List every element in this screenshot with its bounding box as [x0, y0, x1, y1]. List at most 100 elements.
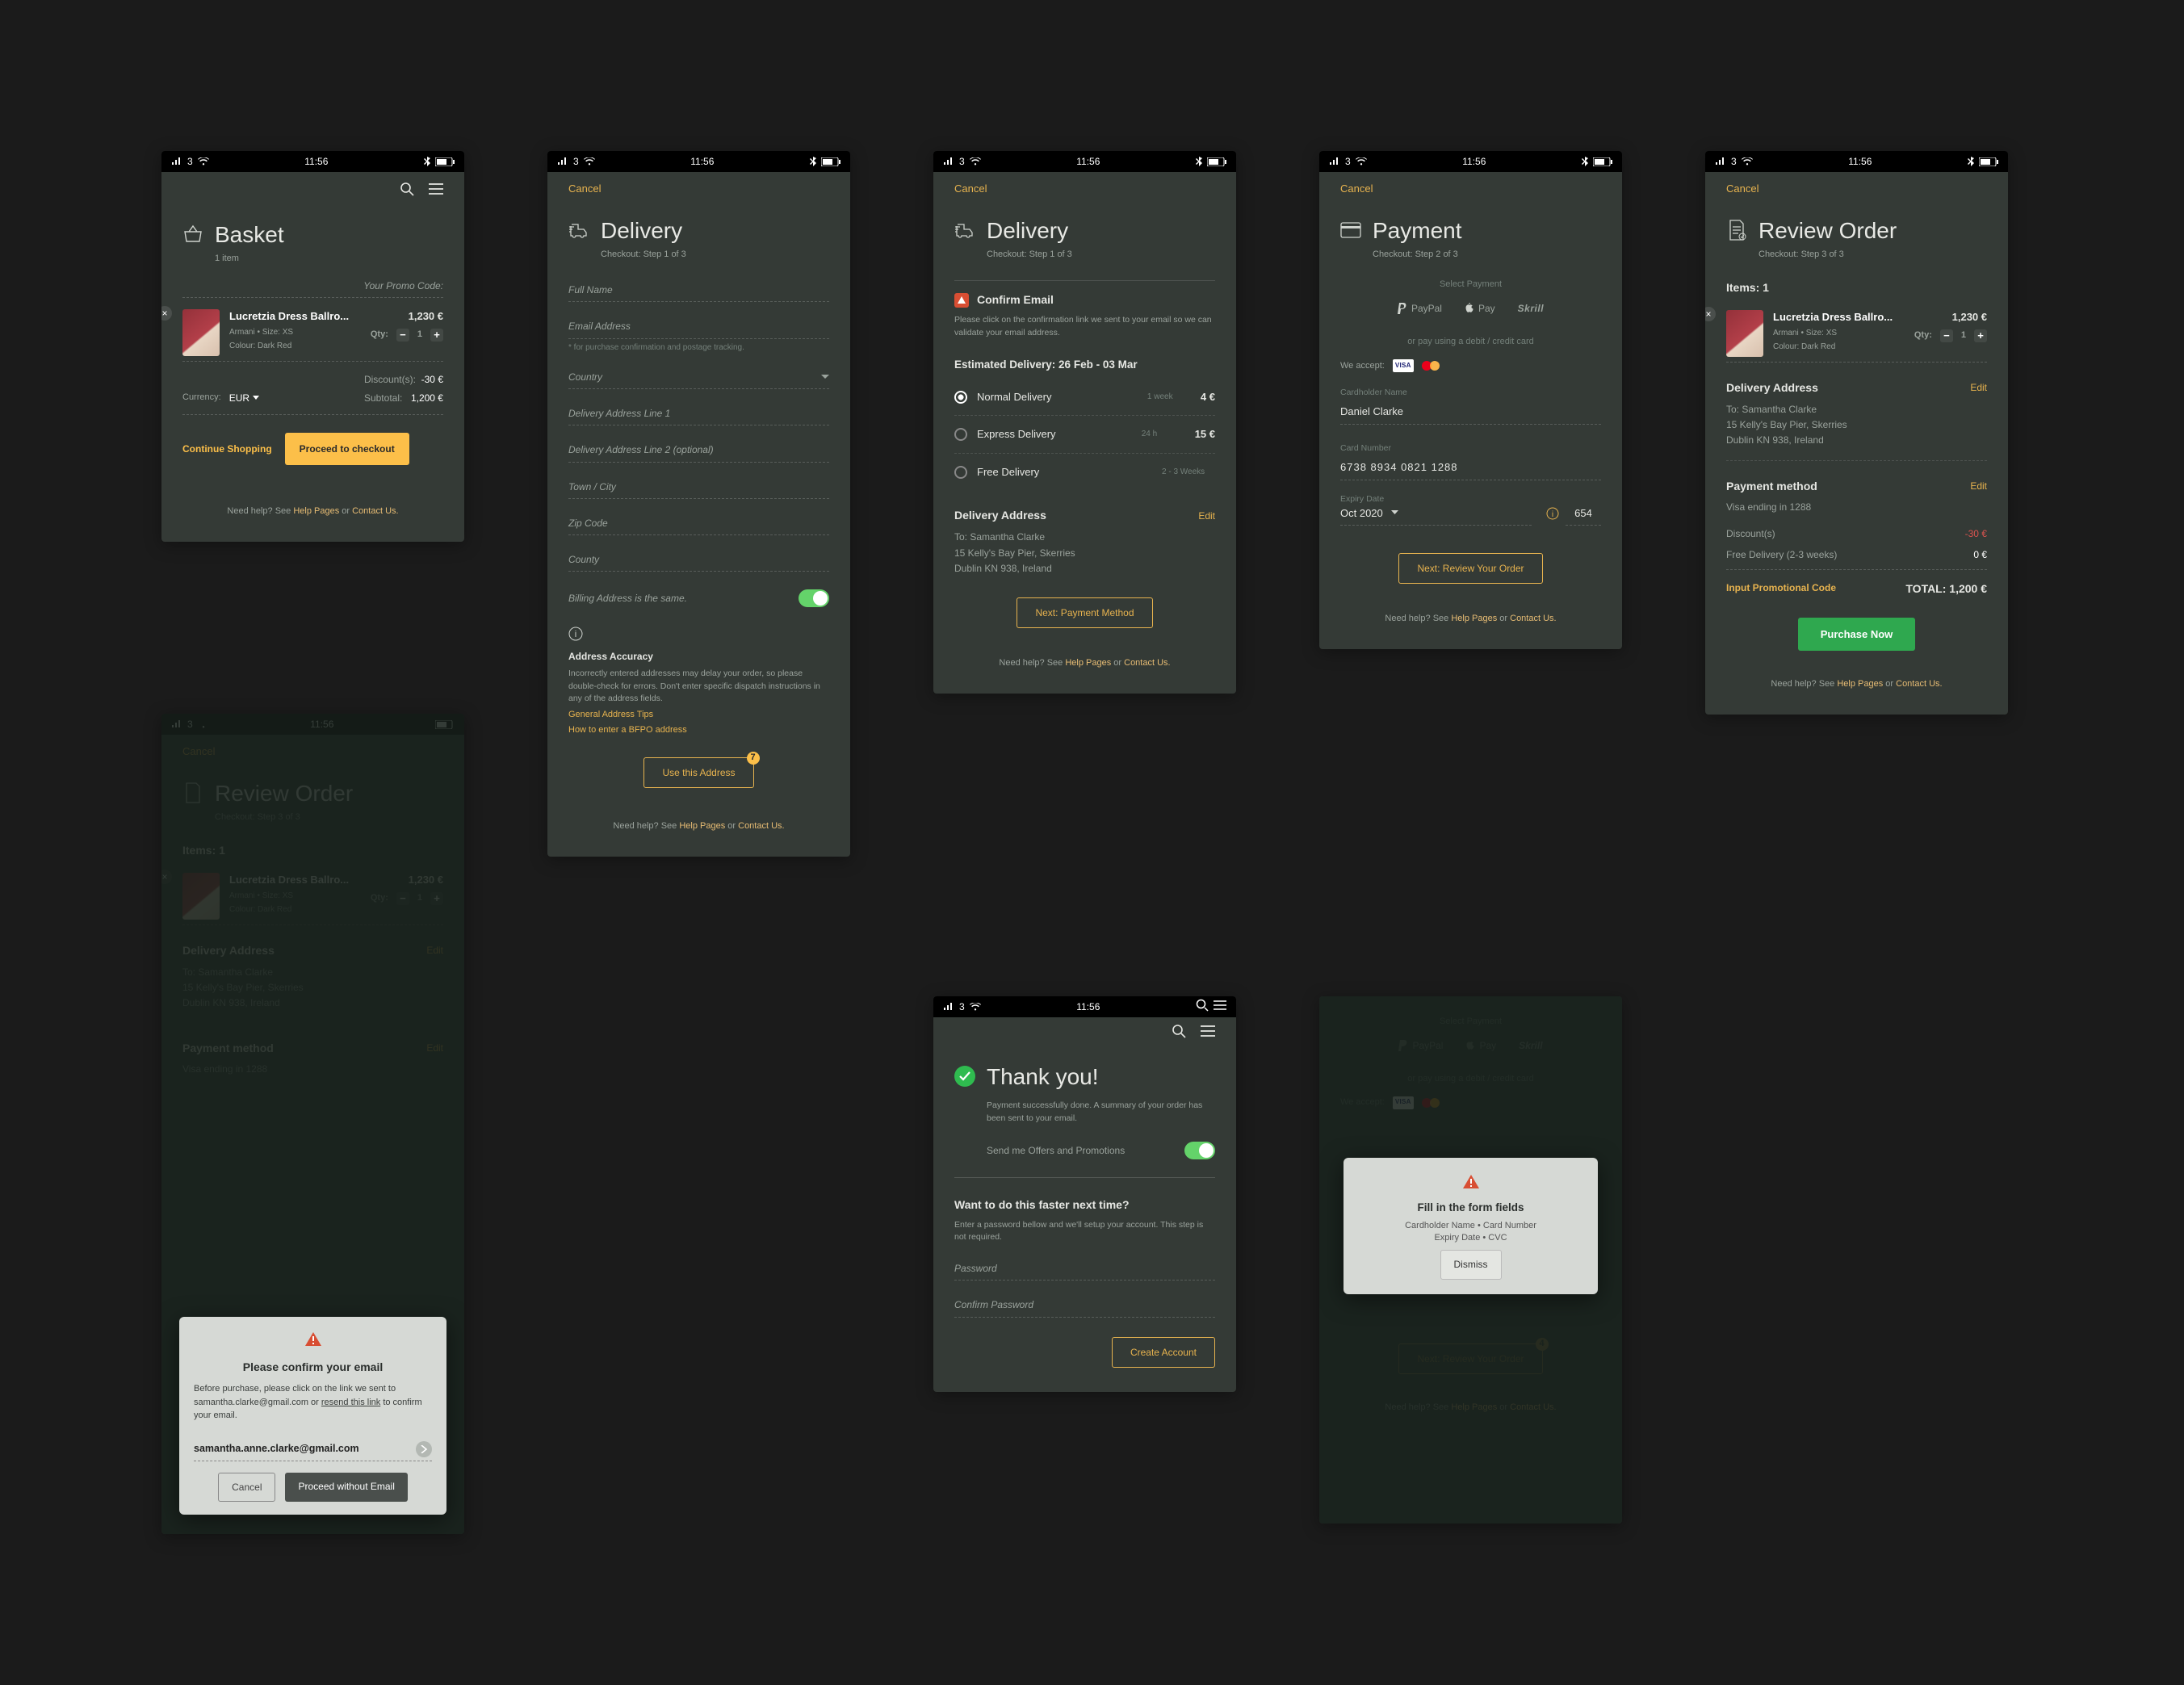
qty-minus-button[interactable]: −	[396, 329, 409, 342]
edit-address-link[interactable]: Edit	[1970, 381, 1987, 394]
cardnumber-field[interactable]: 6738 8934 0821 1288	[1340, 459, 1601, 480]
remove-item-button[interactable]: ×	[161, 306, 172, 321]
dismiss-button[interactable]: Dismiss	[1440, 1250, 1502, 1279]
county-field[interactable]: County	[568, 535, 829, 572]
menu-icon[interactable]	[1201, 1025, 1215, 1041]
menu-icon[interactable]	[1214, 1000, 1226, 1013]
clock-label: 11:56	[1462, 155, 1486, 168]
accuracy-body: Incorrectly entered addresses may delay …	[568, 668, 829, 706]
continue-shopping-link[interactable]: Continue Shopping	[182, 442, 272, 455]
town-field[interactable]: Town / City	[568, 463, 829, 499]
email-submit-button[interactable]	[416, 1441, 432, 1457]
contact-us-link[interactable]: Contact Us.	[352, 506, 398, 516]
help-pages-link[interactable]: Help Pages	[293, 506, 339, 516]
fullname-field[interactable]: Full Name	[568, 266, 829, 302]
cancel-link[interactable]: Cancel	[568, 182, 601, 196]
skrill-option[interactable]: Skrill	[1518, 302, 1544, 315]
contact-us-link[interactable]: Contact Us.	[1896, 679, 1942, 689]
delivery-option-normal[interactable]: Normal Delivery1 week4 €	[954, 379, 1215, 417]
cardholder-field[interactable]: Daniel Clarke	[1340, 403, 1601, 425]
title-row: Basket	[161, 200, 464, 255]
radio-off	[954, 428, 967, 441]
menu-icon[interactable]	[429, 183, 443, 199]
help-pages-link[interactable]: Help Pages	[679, 821, 725, 831]
cvc-info-icon[interactable]: i	[1546, 507, 1559, 524]
help-line: Need help? See Help Pages or Contact Us.	[954, 628, 1215, 669]
signal-icon	[1329, 157, 1340, 166]
screen-delivery-form: 3 11:56 Cancel Delivery Checkout: Step 1…	[547, 151, 850, 857]
applepay-option[interactable]: Pay	[1465, 302, 1495, 315]
payment-method-title: Payment method	[1726, 479, 1817, 494]
email-field[interactable]: Email Address	[568, 302, 829, 338]
help-pages-link[interactable]: Help Pages	[1451, 614, 1497, 623]
statusbar: 3 11:56	[161, 151, 464, 172]
contact-us-link[interactable]: Contact Us.	[1510, 614, 1556, 623]
delivery-address-title: Delivery Address	[1726, 380, 1818, 396]
resend-link[interactable]: resend this link	[321, 1398, 380, 1407]
purchase-button[interactable]: Purchase Now	[1798, 618, 1916, 652]
product-thumb[interactable]	[182, 309, 220, 356]
modal-cancel-button[interactable]: Cancel	[218, 1473, 275, 1502]
badge-counter: 7	[747, 752, 760, 765]
cvc-field[interactable]: 654	[1566, 505, 1601, 526]
page-title: Delivery	[601, 216, 682, 246]
currency-select[interactable]: EUR	[229, 392, 259, 404]
password-field[interactable]: Password	[954, 1244, 1215, 1281]
modal-line2: Expiry Date • CVC	[1358, 1232, 1583, 1251]
screen-review-modal: 3 11:56 Cancel Review Order Checkout: St…	[161, 714, 464, 1534]
contact-us-link[interactable]: Contact Us.	[1124, 658, 1170, 668]
contact-us-link[interactable]: Contact Us.	[738, 821, 784, 831]
create-account-button[interactable]: Create Account	[1112, 1337, 1215, 1368]
country-select[interactable]: Country	[568, 353, 829, 389]
remove-item-button[interactable]: ×	[1705, 307, 1716, 321]
email-input[interactable]: samantha.anne.clarke@gmail.com	[194, 1434, 432, 1461]
next-payment-button[interactable]: Next: Payment Method	[1017, 597, 1152, 628]
confirm-password-field[interactable]: Confirm Password	[954, 1281, 1215, 1317]
billing-same-toggle[interactable]	[799, 589, 829, 607]
help-line: Need help? See Help Pages or Contact Us.	[182, 465, 443, 518]
expiry-select[interactable]: Oct 2020	[1340, 505, 1532, 526]
help-pages-link[interactable]: Help Pages	[1837, 679, 1883, 689]
qty-minus-button[interactable]: −	[1940, 329, 1953, 342]
promo-label[interactable]: Your Promo Code:	[182, 270, 443, 298]
free-delivery-label: Free Delivery (2-3 weeks)	[1726, 548, 1837, 561]
product-thumb[interactable]	[1726, 310, 1763, 357]
qty-plus-button[interactable]: +	[430, 329, 443, 342]
help-pages-link[interactable]: Help Pages	[1065, 658, 1111, 668]
product-meta: Armani • Size: XS	[229, 327, 361, 338]
chevron-down-icon	[821, 375, 829, 379]
delivery-option-free[interactable]: Free Delivery2 - 3 Weeks	[954, 454, 1215, 491]
search-icon[interactable]	[400, 182, 414, 200]
cancel-link[interactable]: Cancel	[954, 182, 987, 196]
paypal-option[interactable]: PayPal	[1398, 302, 1442, 315]
bluetooth-icon	[810, 157, 816, 166]
carrier-label: 3	[1731, 155, 1737, 168]
cancel-link[interactable]: Cancel	[1726, 182, 1759, 196]
modal-proceed-button[interactable]: Proceed without Email	[285, 1473, 407, 1502]
confirm-email-modal: Please confirm your email Before purchas…	[179, 1317, 446, 1515]
product-name: Lucretzia Dress Ballro...	[1773, 310, 1905, 325]
carrier-label: 3	[573, 155, 579, 168]
addr1-field[interactable]: Delivery Address Line 1	[568, 389, 829, 425]
qty-label: Qty:	[371, 329, 388, 341]
checkout-button[interactable]: Proceed to checkout	[285, 433, 409, 465]
wifi-icon	[970, 157, 981, 166]
edit-payment-link[interactable]: Edit	[1970, 480, 1987, 493]
tips-link-1[interactable]: General Address Tips	[568, 706, 829, 721]
search-icon[interactable]	[1172, 1024, 1186, 1042]
edit-address-link[interactable]: Edit	[1198, 509, 1215, 522]
offers-toggle[interactable]	[1184, 1142, 1215, 1159]
payment-icon	[1340, 222, 1361, 238]
delivery-option-express[interactable]: Express Delivery24 h15 €	[954, 416, 1215, 454]
use-address-button[interactable]: Use this Address7	[643, 757, 753, 788]
qty-plus-button[interactable]: +	[1974, 329, 1987, 342]
cancel-link[interactable]: Cancel	[1340, 182, 1373, 196]
warning-icon	[1462, 1174, 1480, 1190]
modal-line1: Cardholder Name • Card Number	[1358, 1220, 1583, 1232]
search-icon[interactable]	[1196, 999, 1209, 1015]
promo-code-link[interactable]: Input Promotional Code	[1726, 581, 1836, 597]
zip-field[interactable]: Zip Code	[568, 499, 829, 535]
tips-link-2[interactable]: How to enter a BFPO address	[568, 721, 829, 736]
addr2-field[interactable]: Delivery Address Line 2 (optional)	[568, 425, 829, 462]
next-review-button[interactable]: Next: Review Your Order	[1398, 553, 1542, 584]
